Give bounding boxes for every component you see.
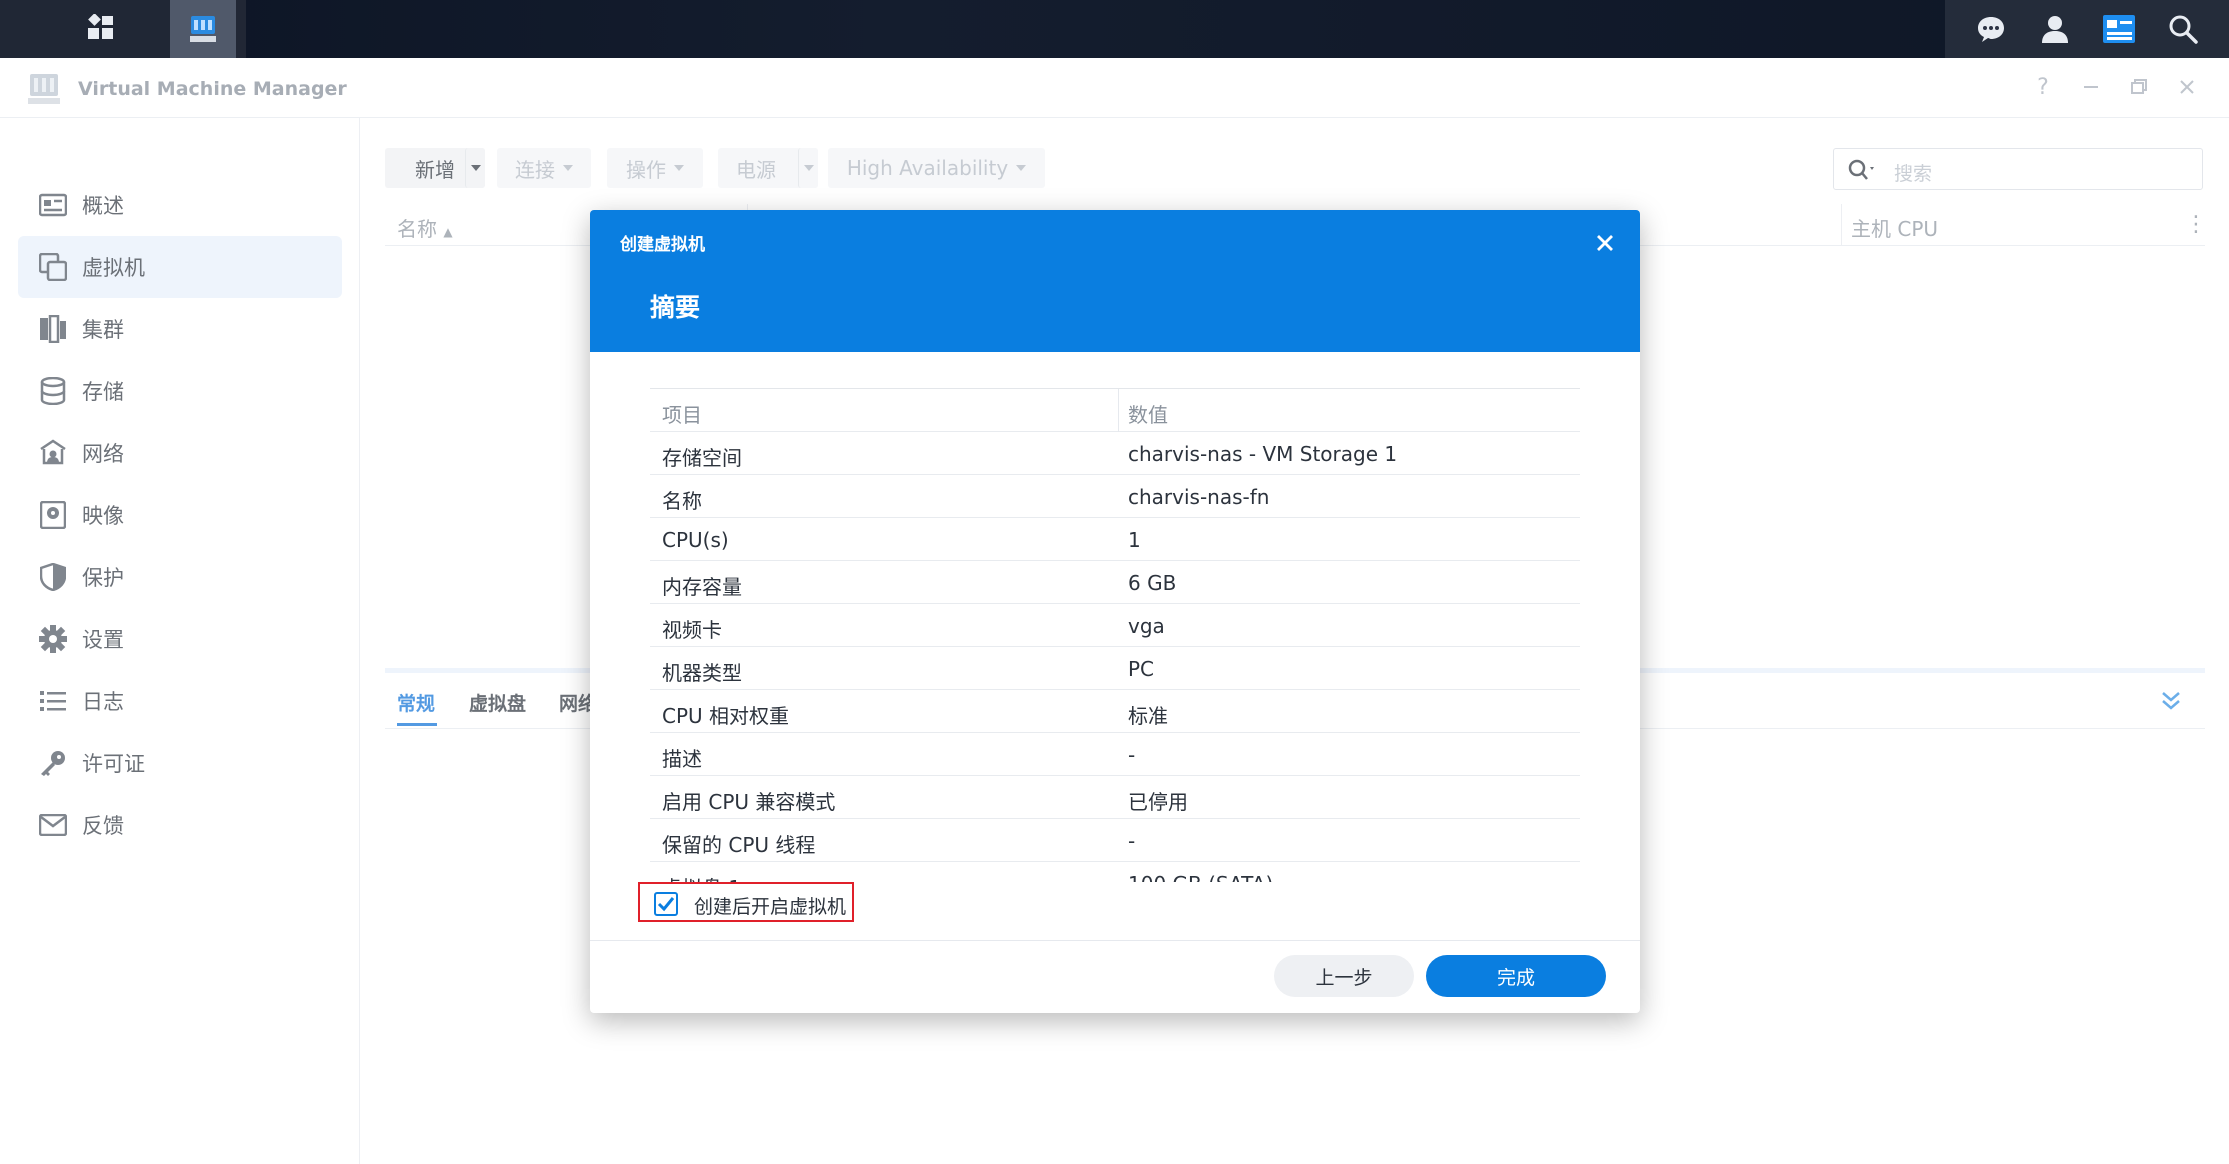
- row-key: 机器类型: [662, 661, 742, 685]
- summary-table: 项目 数值 存储空间 charvis-nas - VM Storage 1 名称 c…: [650, 388, 1580, 690]
- table-row: 机器类型 PC: [650, 647, 1580, 690]
- row-value: -: [1128, 829, 1136, 853]
- row-value: charvis-nas-fn: [1128, 485, 1270, 509]
- chat-button[interactable]: [1971, 9, 2011, 49]
- table-row: 名称 charvis-nas-fn: [650, 475, 1580, 518]
- done-button[interactable]: 完成: [1426, 955, 1606, 997]
- row-value: 标准: [1128, 704, 1168, 728]
- table-row: 虚拟盘 1 100 GB (SATA): [650, 862, 1580, 882]
- summary-table-continued: CPU 相对权重 标准 描述 - 启用 CPU 兼容模式 已停用 保留的 CPU 线程…: [650, 690, 1580, 882]
- row-key: 内存容量: [662, 575, 742, 599]
- row-key: 描述: [662, 747, 702, 771]
- dialog-title: 创建虚拟机: [620, 235, 705, 255]
- table-row: 存储空间 charvis-nas - VM Storage 1: [650, 432, 1580, 475]
- user-icon: [2042, 16, 2068, 43]
- row-value: PC: [1128, 657, 1155, 681]
- row-key: CPU(s): [662, 528, 729, 552]
- row-key: 启用 CPU 兼容模式: [662, 790, 836, 814]
- row-key: 名称: [662, 489, 702, 513]
- previous-button[interactable]: 上一步: [1274, 955, 1414, 997]
- row-key: CPU 相对权重: [662, 704, 790, 728]
- row-value: 6 GB: [1128, 571, 1177, 595]
- table-row: 描述 -: [650, 733, 1580, 776]
- widgets-button[interactable]: [2099, 9, 2139, 49]
- user-button[interactable]: [2035, 9, 2075, 49]
- row-value: vga: [1128, 614, 1165, 638]
- table-row: CPU(s) 1: [650, 518, 1580, 561]
- power-on-after-create-option: 创建后开启虚拟机: [638, 882, 854, 922]
- vmm-taskbar-button[interactable]: [170, 0, 236, 58]
- checkbox-label: 创建后开启虚拟机: [694, 896, 847, 918]
- row-value: charvis-nas - VM Storage 1: [1128, 442, 1398, 466]
- dialog-step-title: 摘要: [650, 293, 701, 322]
- table-row: 视频卡 vga: [650, 604, 1580, 647]
- dialog-footer: 上一步 完成: [590, 940, 1640, 1013]
- create-vm-dialog: 创建虚拟机 摘要 项目 数值 存储空间 charvis-nas - VM Stor…: [590, 210, 1640, 1013]
- row-value: 已停用: [1128, 790, 1188, 814]
- taskbar-left: [0, 0, 246, 58]
- global-search-button[interactable]: [2163, 9, 2203, 49]
- row-value: 1: [1128, 528, 1141, 552]
- column-header-value: 数值: [1128, 403, 1168, 427]
- table-row: 保留的 CPU 线程 -: [650, 819, 1580, 862]
- power-on-after-create-checkbox[interactable]: [654, 892, 678, 916]
- table-row: 启用 CPU 兼容模式 已停用: [650, 776, 1580, 819]
- vmm-app-icon: [190, 16, 216, 42]
- row-value: -: [1128, 743, 1136, 767]
- search-icon: [2169, 15, 2198, 44]
- dialog-header: 创建虚拟机 摘要: [590, 210, 1640, 352]
- row-key: 视频卡: [662, 618, 722, 642]
- column-divider: [1118, 389, 1119, 432]
- row-key: 虚拟盘 1: [662, 872, 741, 882]
- table-row: CPU 相对权重 标准: [650, 690, 1580, 733]
- taskbar: [0, 0, 2229, 58]
- main-menu-button[interactable]: [68, 0, 134, 58]
- table-row: 内存容量 6 GB: [650, 561, 1580, 604]
- summary-table-header: 项目 数值: [650, 389, 1580, 432]
- chat-icon: [1978, 17, 2004, 42]
- row-key: 存储空间: [662, 446, 742, 470]
- dialog-close-button[interactable]: [1590, 228, 1620, 258]
- main-menu-icon: [88, 14, 113, 39]
- checkmark-icon: [657, 897, 675, 912]
- row-key: 保留的 CPU 线程: [662, 833, 816, 857]
- taskbar-right: [1945, 0, 2229, 58]
- column-header-item: 项目: [662, 403, 702, 427]
- widgets-icon: [2103, 15, 2135, 43]
- row-value: 100 GB (SATA): [1128, 872, 1273, 882]
- close-icon: [1597, 235, 1613, 251]
